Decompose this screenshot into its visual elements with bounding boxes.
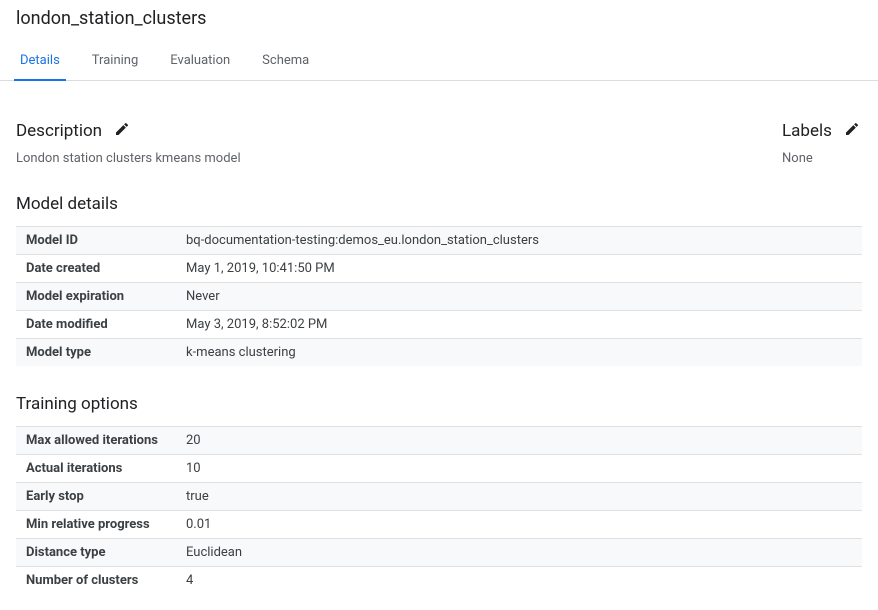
- labels-value: None: [782, 151, 862, 166]
- table-val: k-means clustering: [176, 339, 862, 366]
- table-key: Date modified: [16, 311, 176, 338]
- training-options-table: Max allowed iterations 20 Actual iterati…: [16, 426, 862, 594]
- table-key: Number of clusters: [16, 567, 176, 594]
- table-key: Model ID: [16, 227, 176, 254]
- table-row: Model expiration Never: [16, 282, 862, 310]
- table-val: bq-documentation-testing:demos_eu.london…: [176, 227, 862, 254]
- table-row: Number of clusters 4: [16, 566, 862, 594]
- table-key: Early stop: [16, 483, 176, 510]
- table-val: true: [176, 483, 862, 510]
- tab-evaluation[interactable]: Evaluation: [166, 43, 234, 80]
- table-val: Euclidean: [176, 539, 862, 566]
- table-val: Never: [176, 283, 862, 310]
- table-val: May 3, 2019, 8:52:02 PM: [176, 311, 862, 338]
- table-val: May 1, 2019, 10:41:50 PM: [176, 255, 862, 282]
- training-options-heading: Training options: [16, 394, 862, 414]
- table-key: Min relative progress: [16, 511, 176, 538]
- table-key: Actual iterations: [16, 455, 176, 482]
- model-details-table: Model ID bq-documentation-testing:demos_…: [16, 226, 862, 366]
- table-val: 0.01: [176, 511, 862, 538]
- table-key: Model type: [16, 339, 176, 366]
- table-row: Early stop true: [16, 482, 862, 510]
- table-key: Distance type: [16, 539, 176, 566]
- pencil-icon[interactable]: [114, 121, 130, 141]
- table-key: Date created: [16, 255, 176, 282]
- table-row: Model ID bq-documentation-testing:demos_…: [16, 226, 862, 254]
- table-row: Date modified May 3, 2019, 8:52:02 PM: [16, 310, 862, 338]
- table-row: Max allowed iterations 20: [16, 426, 862, 454]
- description-text: London station clusters kmeans model: [16, 151, 241, 166]
- tabs: Details Training Evaluation Schema: [0, 43, 878, 81]
- tab-schema[interactable]: Schema: [258, 43, 313, 80]
- table-row: Model type k-means clustering: [16, 338, 862, 366]
- table-row: Actual iterations 10: [16, 454, 862, 482]
- pencil-icon[interactable]: [844, 121, 860, 141]
- model-details-heading: Model details: [16, 194, 862, 214]
- description-block: Description London station clusters kmea…: [16, 97, 241, 166]
- table-row: Date created May 1, 2019, 10:41:50 PM: [16, 254, 862, 282]
- page-title: london_station_clusters: [0, 0, 878, 43]
- table-val: 4: [176, 567, 862, 594]
- table-val: 10: [176, 455, 862, 482]
- labels-block: Labels None: [782, 97, 862, 166]
- table-val: 20: [176, 427, 862, 454]
- tab-details[interactable]: Details: [16, 43, 64, 80]
- table-key: Max allowed iterations: [16, 427, 176, 454]
- labels-heading: Labels: [782, 121, 832, 141]
- table-key: Model expiration: [16, 283, 176, 310]
- description-heading: Description: [16, 121, 102, 141]
- table-row: Min relative progress 0.01: [16, 510, 862, 538]
- tab-training[interactable]: Training: [88, 43, 142, 80]
- table-row: Distance type Euclidean: [16, 538, 862, 566]
